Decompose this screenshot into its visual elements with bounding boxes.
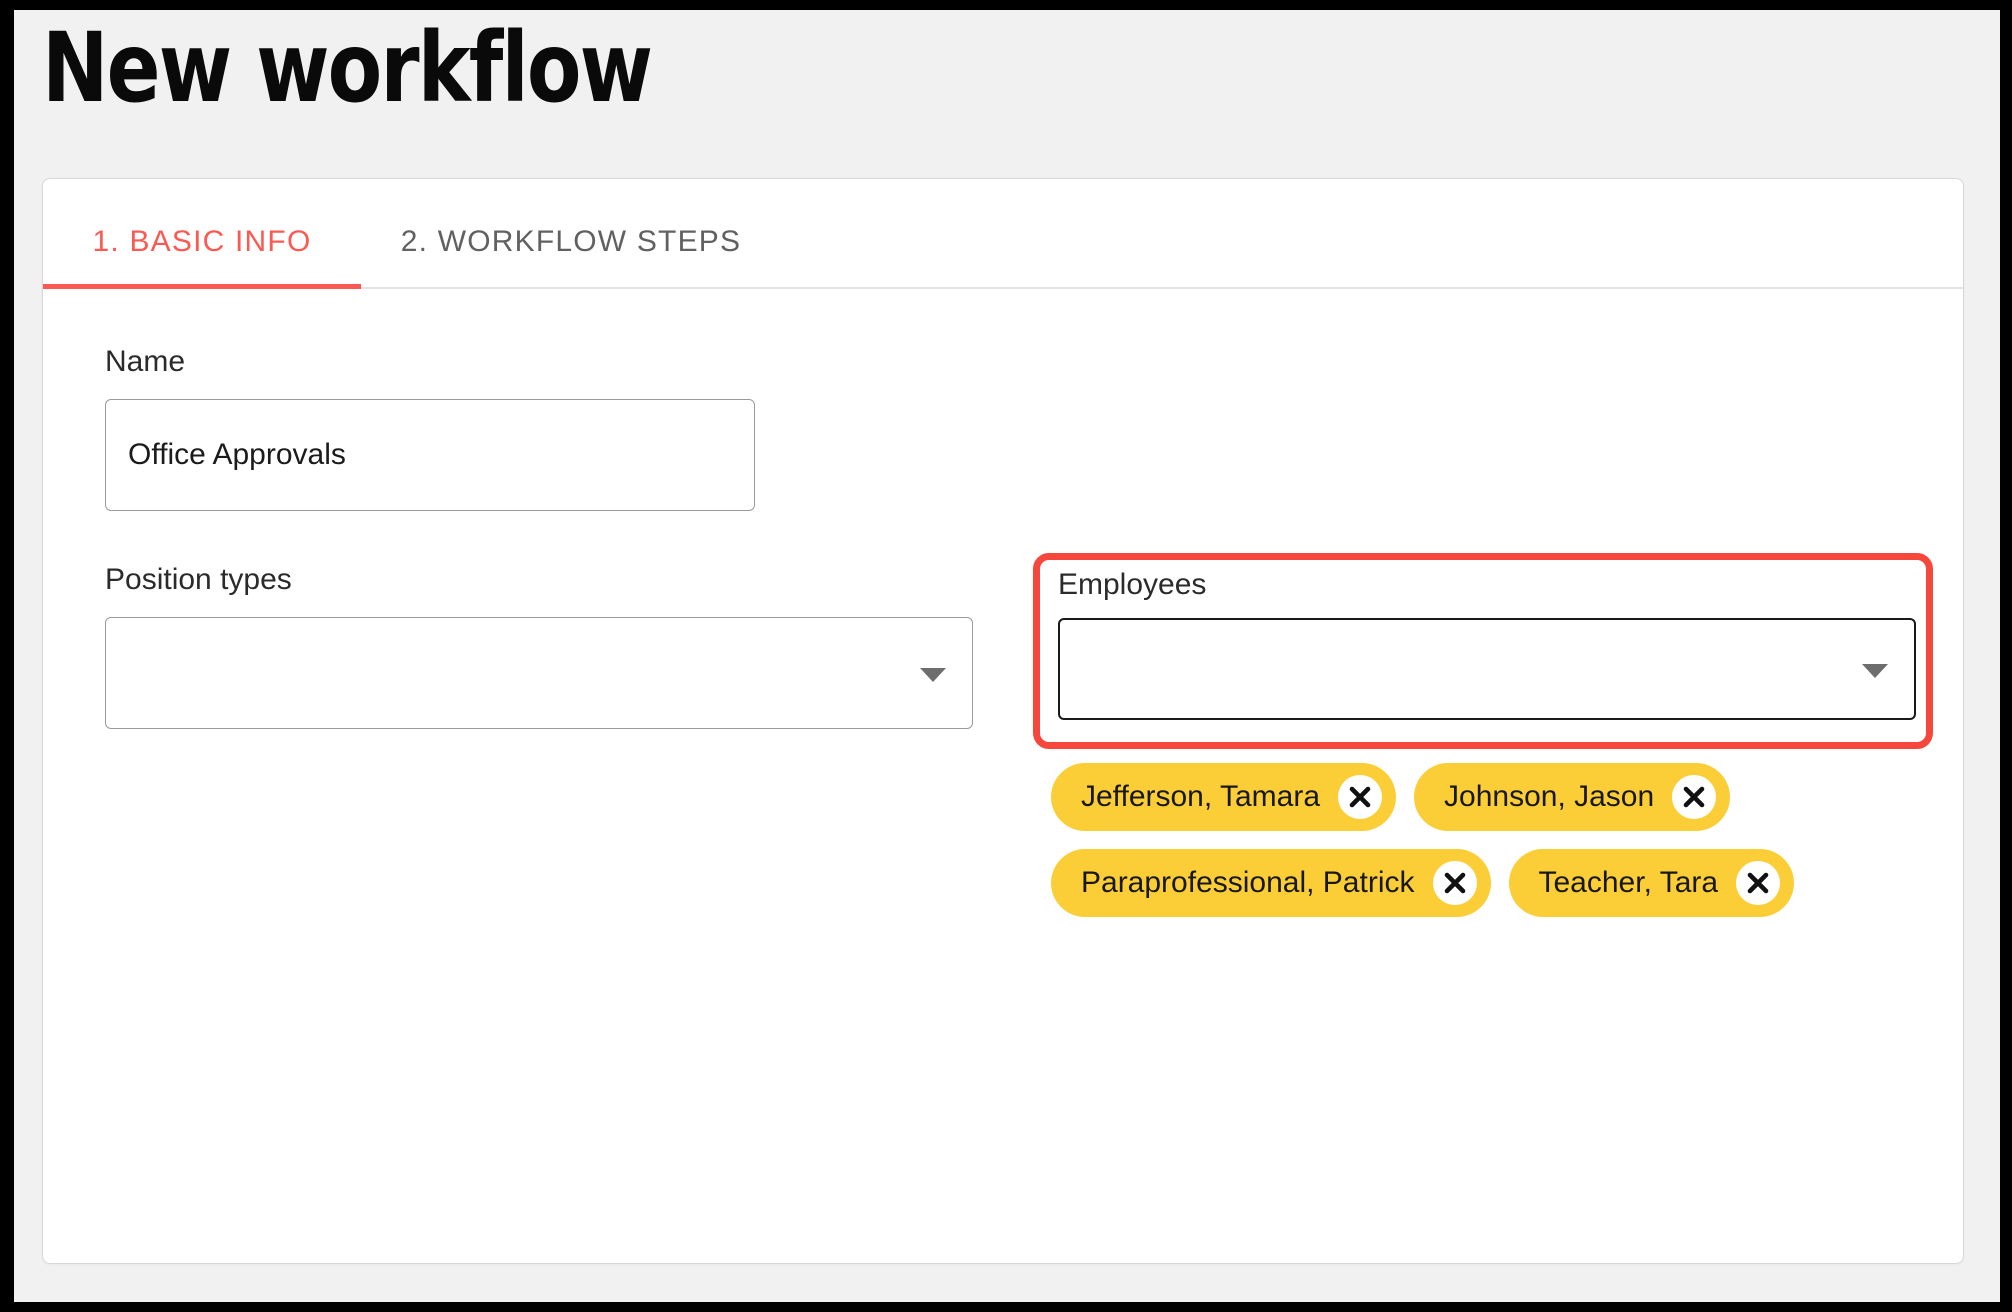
employee-chip-label: Teacher, Tara [1539, 868, 1719, 898]
employees-value [1060, 620, 1914, 718]
close-icon[interactable] [1433, 861, 1477, 905]
screenshot-frame: New workflow 1. BASIC INFO 2. WORKFLOW S… [0, 0, 2012, 1312]
employees-label: Employees [1058, 570, 1908, 600]
name-input[interactable] [105, 399, 755, 511]
employee-chip-label: Paraprofessional, Patrick [1081, 868, 1415, 898]
position-types-field-group: Position types [105, 565, 973, 729]
page-title: New workflow [42, 16, 651, 122]
employee-chip[interactable]: Teacher, Tara [1509, 849, 1795, 917]
page-container: New workflow 1. BASIC INFO 2. WORKFLOW S… [14, 10, 2000, 1302]
employee-chip[interactable]: Paraprofessional, Patrick [1051, 849, 1491, 917]
position-types-label: Position types [105, 565, 973, 595]
employee-chip[interactable]: Jefferson, Tamara [1051, 763, 1396, 831]
employee-chip-label: Jefferson, Tamara [1081, 782, 1320, 812]
tab-bar: 1. BASIC INFO 2. WORKFLOW STEPS [43, 179, 1963, 289]
name-field-group: Name [105, 347, 755, 511]
close-icon[interactable] [1672, 775, 1716, 819]
employee-chip-list: Jefferson, Tamara Johnson, Jason Paraprofe… [1051, 763, 1951, 917]
close-icon[interactable] [1338, 775, 1382, 819]
basic-info-form: Name Position types Employees [43, 289, 1963, 1265]
position-types-value [106, 618, 972, 728]
new-workflow-card: 1. BASIC INFO 2. WORKFLOW STEPS Name Pos… [42, 178, 1964, 1264]
tab-workflow-steps[interactable]: 2. WORKFLOW STEPS [361, 225, 781, 287]
employee-chip-label: Johnson, Jason [1444, 782, 1654, 812]
name-label: Name [105, 347, 755, 377]
employee-chip[interactable]: Johnson, Jason [1414, 763, 1730, 831]
employees-field-highlight: Employees [1033, 553, 1933, 749]
close-icon[interactable] [1736, 861, 1780, 905]
position-types-select[interactable] [105, 617, 973, 729]
tab-basic-info[interactable]: 1. BASIC INFO [43, 225, 361, 287]
chevron-down-icon [1862, 664, 1888, 678]
chevron-down-icon [920, 668, 946, 682]
employees-select[interactable] [1058, 618, 1916, 720]
